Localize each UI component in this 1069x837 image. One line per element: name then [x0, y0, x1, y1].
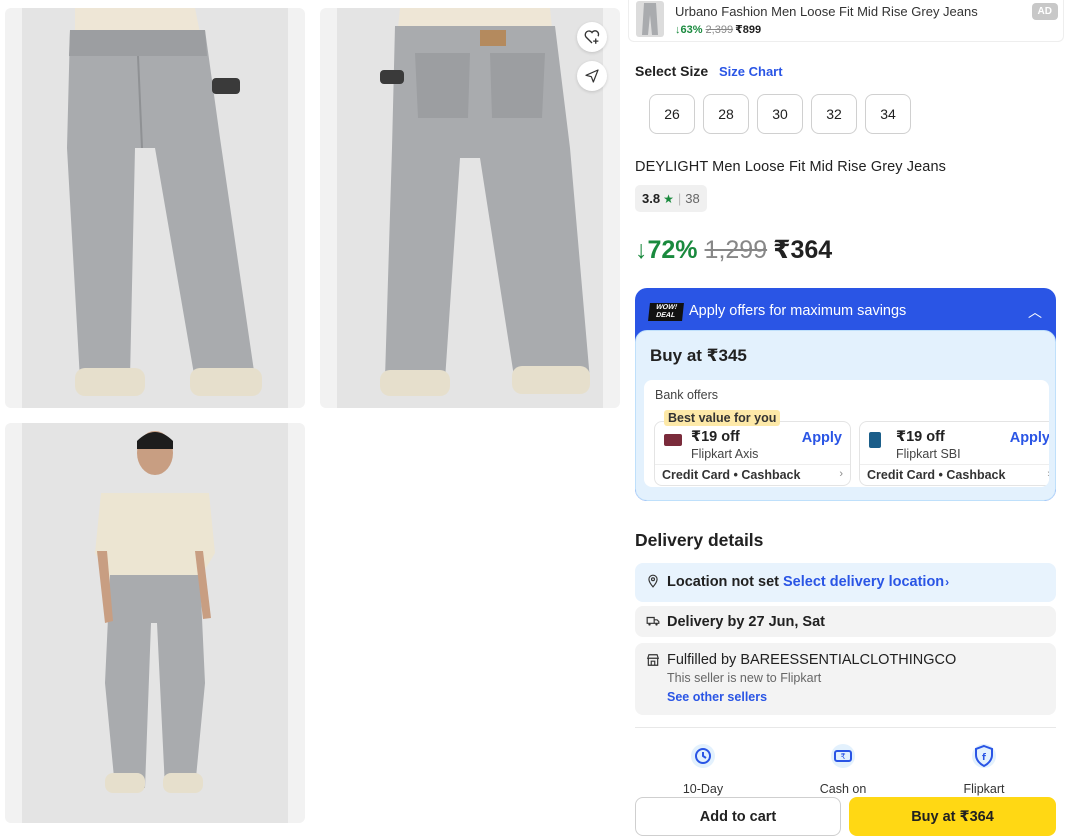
mrp-price: 1,299 — [704, 236, 768, 264]
seller-name: Fulfilled by BAREESSENTIALCLOTHINGCO — [667, 652, 957, 668]
delivery-date-row: Delivery by 27 Jun, Sat — [635, 606, 1056, 637]
best-value-tag: Best value for you — [664, 410, 781, 426]
buy-now-button[interactable]: Buy at ₹364 — [849, 797, 1056, 836]
seller-note: This seller is new to Flipkart — [667, 671, 822, 685]
rating-value: 3.8 — [642, 191, 661, 206]
jeans-back-illustration — [380, 8, 590, 396]
cash-icon: ₹ — [831, 744, 855, 768]
delivery-date: Delivery by 27 Jun, Sat — [667, 614, 825, 630]
bank-offer-card[interactable]: ₹19 off Flipkart SBI Apply Credit Card •… — [859, 421, 1049, 486]
buy-at-price: Buy at ₹345 — [650, 346, 747, 365]
chevron-right-icon: › — [1047, 468, 1049, 480]
feature-return[interactable]: 10-Day — [648, 743, 758, 796]
delivery-location-row[interactable]: Location not set Select delivery location… — [635, 563, 1056, 602]
ad-price: ₹899 — [735, 24, 762, 36]
feature-label: 10-Day — [682, 782, 724, 796]
price-row: ↓72% 1,299 ₹364 — [635, 235, 832, 265]
select-size-label: Select Size — [635, 63, 709, 79]
product-image-back[interactable] — [320, 8, 620, 408]
feature-assured[interactable]: f Flipkart — [929, 743, 1039, 796]
share-icon — [585, 69, 599, 83]
offers-card: WOW! DEAL Apply offers for maximum saving… — [635, 288, 1056, 501]
size-option-28[interactable]: 28 — [703, 94, 749, 134]
product-image-model[interactable] — [5, 423, 305, 823]
selling-price: ₹364 — [773, 236, 833, 264]
ad-title: Urbano Fashion Men Loose Fit Mid Rise Gr… — [675, 4, 978, 19]
star-icon: ★ — [663, 191, 674, 206]
rating-separator: | — [677, 191, 682, 206]
chevron-up-icon[interactable]: ︿ — [1028, 302, 1042, 322]
offer-type: Credit Card • Cashback — [867, 468, 1006, 482]
jeans-front-illustration — [67, 8, 262, 396]
sponsored-product-bar[interactable]: Urbano Fashion Men Loose Fit Mid Rise Gr… — [628, 0, 1064, 42]
wishlist-button[interactable] — [577, 22, 607, 52]
offer-type: Credit Card • Cashback — [662, 468, 801, 482]
offer-bank: Flipkart SBI — [896, 447, 961, 461]
size-option-32[interactable]: 32 — [811, 94, 857, 134]
apply-offer-button[interactable]: Apply — [802, 430, 842, 446]
discount-percent: ↓72% — [635, 236, 698, 264]
seller-row: Fulfilled by BAREESSENTIALCLOTHINGCO Thi… — [635, 643, 1056, 715]
size-option-34[interactable]: 34 — [865, 94, 911, 134]
bank-offers-box: Bank offers Best value for you ₹19 off F… — [644, 380, 1049, 487]
feature-label: Cash on — [819, 782, 867, 796]
share-button[interactable] — [577, 61, 607, 91]
offer-footer[interactable]: Credit Card • Cashback › — [860, 464, 1049, 485]
credit-card-icon — [664, 434, 682, 446]
size-option-30[interactable]: 30 — [757, 94, 803, 134]
truck-icon — [646, 616, 660, 626]
rating-count: 38 — [685, 191, 700, 206]
select-location-link[interactable]: Select delivery location — [783, 574, 944, 590]
offers-body: Buy at ₹345 Bank offers Best value for y… — [635, 330, 1056, 501]
feature-cod[interactable]: ₹ Cash on — [788, 743, 898, 796]
bank-offer-card[interactable]: ₹19 off Flipkart Axis Apply Credit Card … — [654, 421, 851, 486]
delivery-heading: Delivery details — [635, 530, 764, 550]
offer-bank: Flipkart Axis — [691, 447, 759, 461]
ad-badge: AD — [1031, 3, 1058, 20]
location-pin-icon — [648, 574, 658, 588]
offer-amount: ₹19 off — [691, 429, 740, 445]
ad-mrp: 2,399 — [705, 24, 734, 36]
feature-label: Flipkart — [963, 782, 1005, 796]
location-text: Location not set Select delivery location… — [667, 574, 950, 590]
see-other-sellers-link[interactable]: See other sellers — [667, 690, 767, 704]
product-title: DEYLIGHT Men Loose Fit Mid Rise Grey Jea… — [635, 159, 946, 175]
size-options: 26 28 30 32 34 — [649, 94, 911, 134]
flipkart-assured-icon: f — [972, 744, 996, 768]
rating-chip[interactable]: 3.8 ★ | 38 — [635, 185, 707, 212]
ad-price-row: ↓63% 2,399 ₹899 — [675, 23, 761, 36]
return-icon — [691, 744, 715, 768]
heart-plus-icon — [584, 30, 600, 44]
ad-thumbnail — [636, 1, 664, 37]
chevron-right-icon: › — [839, 468, 843, 480]
offer-amount: ₹19 off — [896, 429, 945, 445]
offers-title: Apply offers for maximum savings — [689, 303, 907, 319]
model-illustration — [95, 431, 215, 793]
offer-footer[interactable]: Credit Card • Cashback › — [655, 464, 850, 485]
divider — [635, 727, 1056, 728]
store-icon — [646, 654, 660, 666]
product-image-front[interactable] — [5, 8, 305, 408]
credit-card-icon — [869, 432, 881, 448]
ad-discount: ↓63% — [675, 24, 703, 36]
size-option-26[interactable]: 26 — [649, 94, 695, 134]
size-chart-link[interactable]: Size Chart — [719, 64, 783, 79]
bank-offers-label: Bank offers — [655, 388, 719, 402]
svg-text:f: f — [982, 753, 986, 763]
offers-header[interactable]: WOW! DEAL Apply offers for maximum saving… — [635, 288, 1056, 334]
svg-text:₹: ₹ — [840, 752, 845, 761]
wow-deal-badge: WOW! DEAL — [648, 303, 684, 321]
chevron-right-icon: › — [945, 575, 950, 589]
add-to-cart-button[interactable]: Add to cart — [635, 797, 841, 836]
apply-offer-button[interactable]: Apply — [1010, 430, 1049, 446]
